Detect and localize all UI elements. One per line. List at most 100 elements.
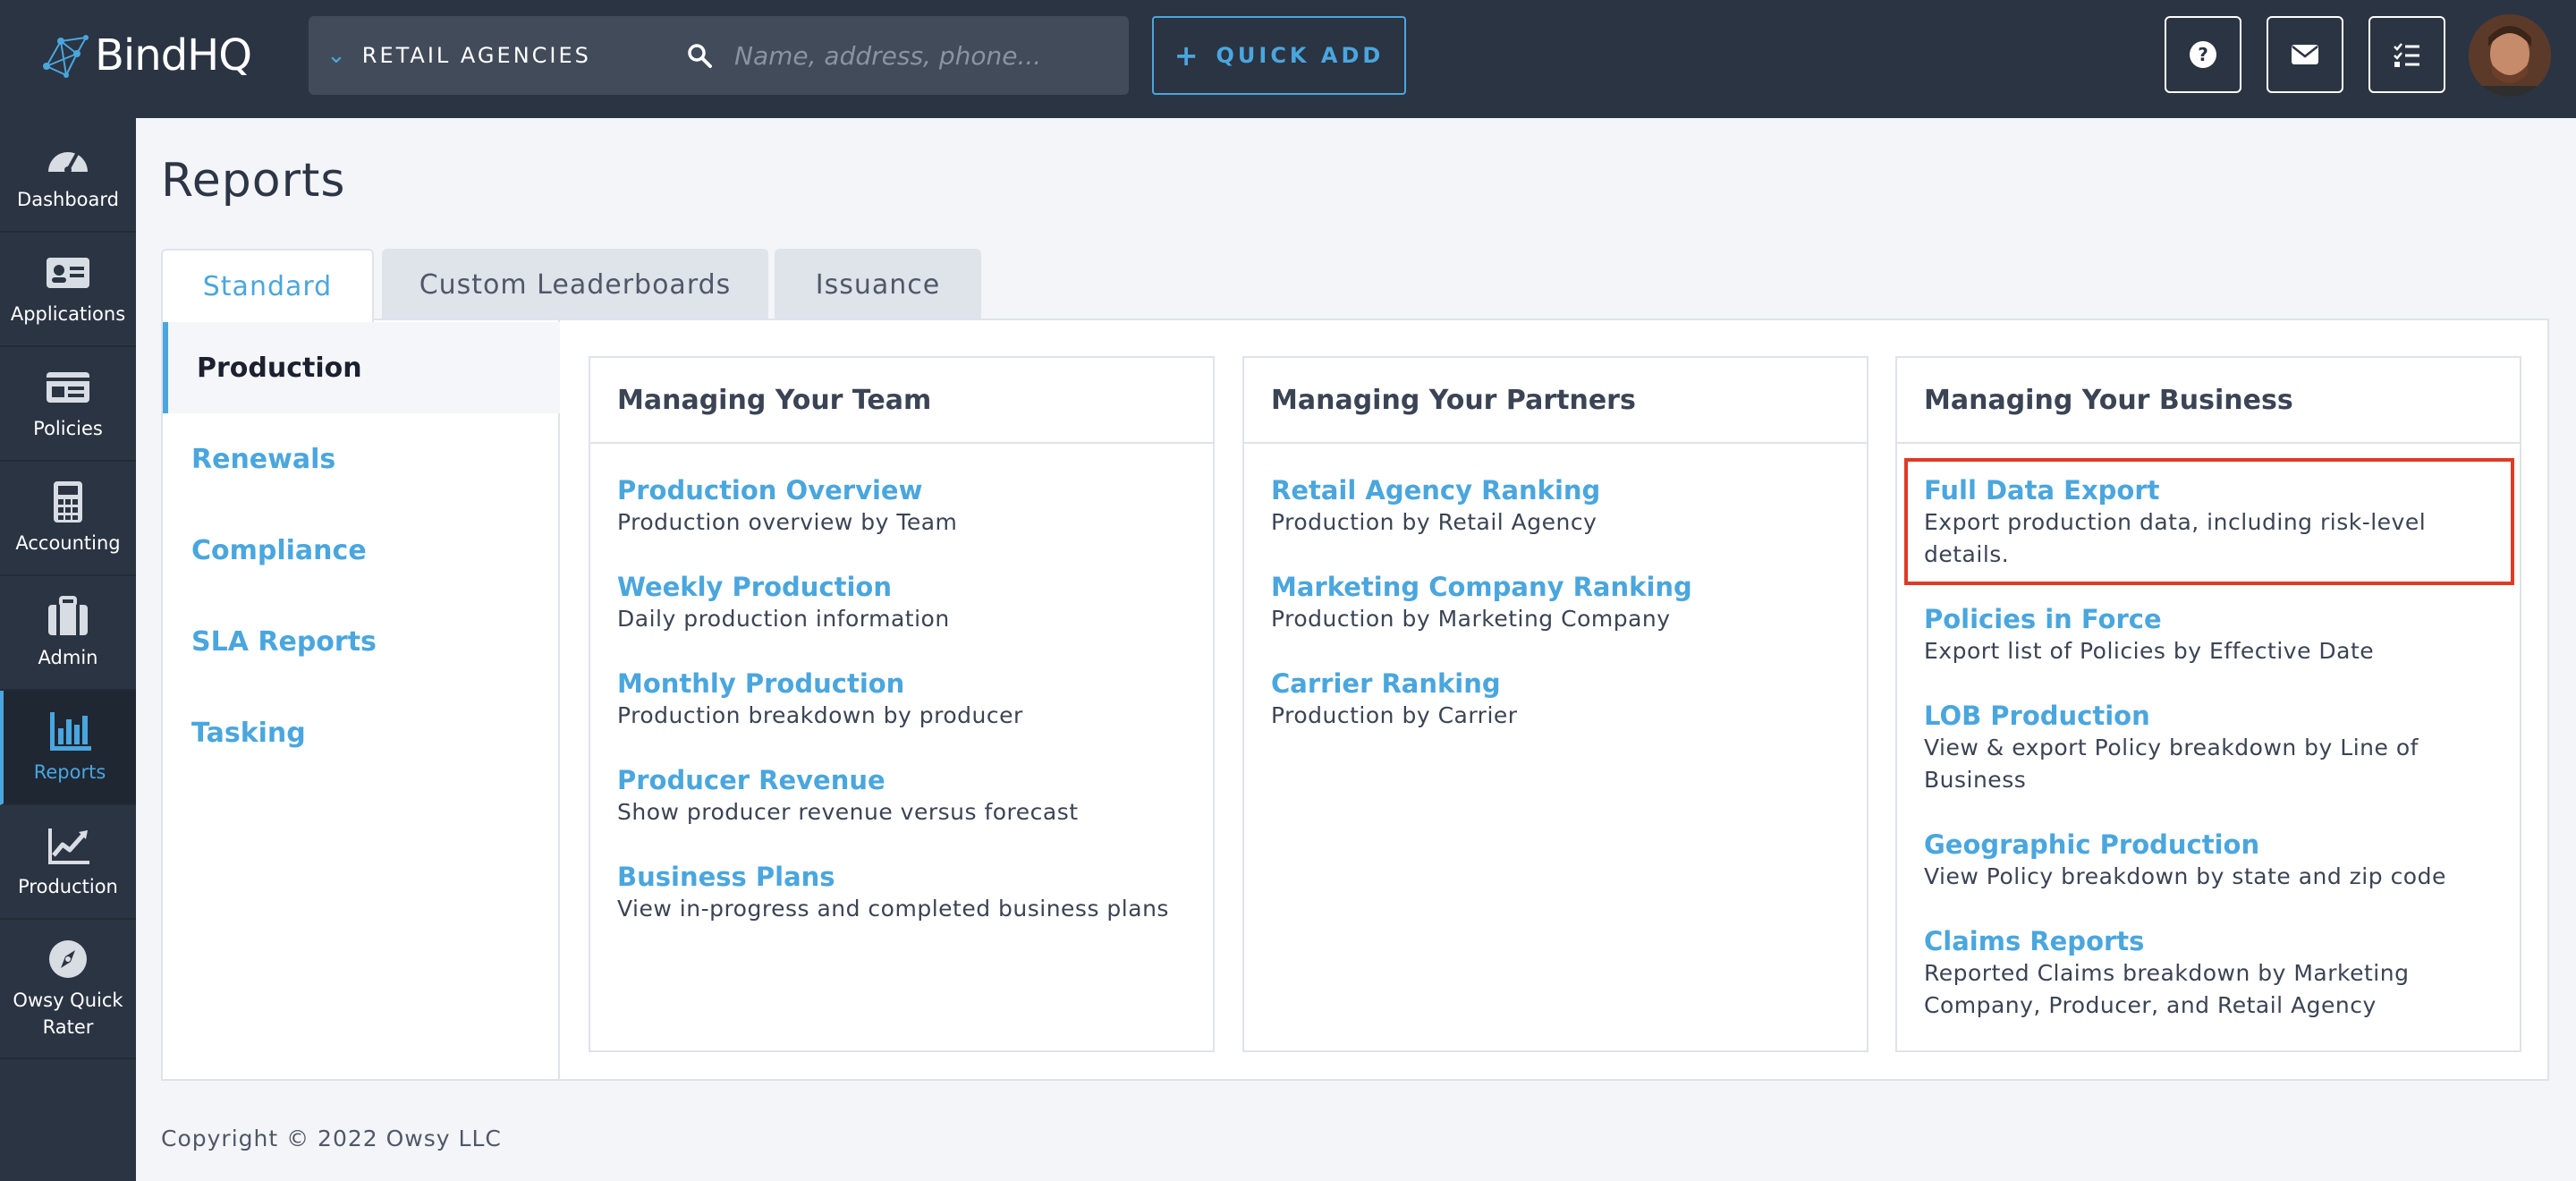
sidebar-item-label: Applications [10,303,126,325]
subnav-item-sla-reports[interactable]: SLA Reports [163,596,560,687]
report-link-weekly-production[interactable]: Weekly Production [617,571,1190,603]
compass-icon [49,940,87,978]
report-item: LOB Production View & export Policy brea… [1924,700,2496,796]
report-description: Production by Marketing Company [1271,606,1671,632]
search-icon [688,44,712,68]
card-managing-your-team: Managing Your Team Production Overview P… [589,356,1215,1052]
report-item: Claims Reports Reported Claims breakdown… [1924,925,2496,1022]
calculator-icon [54,481,82,523]
top-bar: BindHQ ⌄ RETAIL AGENCIES + QUICK ADD ? [0,0,2576,118]
quick-add-button[interactable]: + QUICK ADD [1152,16,1406,95]
subnav-item-production[interactable]: Production [163,322,560,413]
report-link-claims-reports[interactable]: Claims Reports [1924,925,2496,957]
report-item: Production Overview Production overview … [617,474,1190,539]
report-description: Production overview by Team [617,509,958,535]
card-title: Managing Your Business [1897,358,2520,444]
report-description: Production breakdown by producer [617,702,1023,728]
report-link-carrier-ranking[interactable]: Carrier Ranking [1271,667,1843,700]
report-description: View & export Policy breakdown by Line o… [1924,735,2419,793]
plus-icon: + [1174,38,1202,72]
search-box[interactable] [666,16,1129,95]
subnav-item-tasking[interactable]: Tasking [163,687,560,778]
bar-chart-icon [50,712,91,751]
report-link-marketing-company-ranking[interactable]: Marketing Company Ranking [1271,571,1843,603]
search-input[interactable] [734,40,1119,71]
card-managing-your-business: Managing Your Business Full Data Export … [1895,356,2521,1052]
report-link-producer-revenue[interactable]: Producer Revenue [617,764,1190,796]
agency-type-dropdown[interactable]: ⌄ RETAIL AGENCIES [309,16,666,95]
report-description: Daily production information [617,606,950,632]
report-item: Weekly Production Daily production infor… [617,571,1190,635]
checklist-icon [2394,43,2419,67]
sidebar-item-admin[interactable]: Admin [0,576,136,691]
line-chart-icon [48,828,89,864]
report-link-business-plans[interactable]: Business Plans [617,861,1190,893]
agency-type-label: RETAIL AGENCIES [361,43,591,68]
network-logo-icon [43,35,89,78]
sidebar-item-accounting[interactable]: Accounting [0,462,136,576]
report-link-production-overview[interactable]: Production Overview [617,474,1190,506]
card-managing-your-partners: Managing Your Partners Retail Agency Ran… [1242,356,1868,1052]
report-link-geographic-production[interactable]: Geographic Production [1924,828,2496,861]
report-item: Geographic Production View Policy breakd… [1924,828,2496,893]
report-item: Business Plans View in-progress and comp… [617,861,1190,925]
policy-card-icon [47,372,89,403]
bindhq-logo[interactable]: BindHQ [41,27,252,84]
report-item: Full Data Export Export production data,… [1924,474,2496,571]
sidebar-item-label: Dashboard [17,189,119,210]
sidebar-item-label: Reports [33,761,106,783]
report-item: Monthly Production Production breakdown … [617,667,1190,732]
help-button[interactable]: ? [2165,16,2241,93]
avatar-photo [2469,14,2551,97]
briefcase-icon [48,596,88,635]
report-description: Reported Claims breakdown by Marketing C… [1924,960,2410,1018]
report-link-lob-production[interactable]: LOB Production [1924,700,2496,732]
report-description: Export production data, including risk-l… [1924,509,2427,567]
sidebar-item-reports[interactable]: Reports [0,691,136,805]
sidebar-item-label: Production [18,876,118,897]
card-title: Managing Your Team [590,358,1213,444]
sidebar-item-label: Accounting [15,532,121,554]
sidebar-item-applications[interactable]: Applications [0,233,136,347]
tab-standard[interactable]: Standard [161,249,374,322]
report-link-monthly-production[interactable]: Monthly Production [617,667,1190,700]
sidebar-item-policies[interactable]: Policies [0,347,136,462]
report-item: Policies in Force Export list of Policie… [1924,603,2496,667]
report-item: Producer Revenue Show producer revenue v… [617,764,1190,828]
sidebar-item-label: Admin [38,647,98,668]
sidebar-item-dashboard[interactable]: Dashboard [0,118,136,233]
subnav-item-compliance[interactable]: Compliance [163,505,560,596]
tab-issuance[interactable]: Issuance [775,249,981,320]
messages-button[interactable] [2267,16,2343,93]
id-card-icon [47,258,89,288]
quick-add-label: QUICK ADD [1216,43,1385,68]
report-category-nav: Production Renewals Compliance SLA Repor… [163,320,560,1079]
report-description: Production by Carrier [1271,702,1518,728]
report-link-retail-agency-ranking[interactable]: Retail Agency Ranking [1271,474,1843,506]
copyright-footer: Copyright © 2022 Owsy LLC [161,1126,502,1151]
gauge-icon [48,152,88,174]
report-item: Carrier Ranking Production by Carrier [1271,667,1843,732]
report-description: View Policy breakdown by state and zip c… [1924,863,2446,889]
report-link-policies-in-force[interactable]: Policies in Force [1924,603,2496,635]
sidebar-item-label: Owsy Quick Rater [13,990,123,1038]
subnav-item-renewals[interactable]: Renewals [163,413,560,505]
report-description: Production by Retail Agency [1271,509,1597,535]
tasks-button[interactable] [2368,16,2445,93]
sidebar-item-owsy-quick-rater[interactable]: Owsy Quick Rater [0,920,136,1059]
report-description: Export list of Policies by Effective Dat… [1924,638,2375,664]
report-link-full-data-export[interactable]: Full Data Export [1924,474,2496,506]
page-title: Reports [161,154,346,208]
sidebar-item-label: Policies [33,418,103,439]
report-item: Retail Agency Ranking Production by Reta… [1271,474,1843,539]
reports-panel: Production Renewals Compliance SLA Repor… [161,319,2549,1081]
logo-text: BindHQ [95,30,252,81]
report-item: Marketing Company Ranking Production by … [1271,571,1843,635]
card-title: Managing Your Partners [1244,358,1867,444]
sidebar-item-production[interactable]: Production [0,805,136,920]
tab-custom-leaderboards[interactable]: Custom Leaderboards [382,249,768,320]
question-circle-icon: ? [2190,41,2216,68]
user-avatar[interactable] [2469,14,2551,97]
chevron-down-icon: ⌄ [326,42,346,69]
envelope-icon [2292,45,2318,64]
